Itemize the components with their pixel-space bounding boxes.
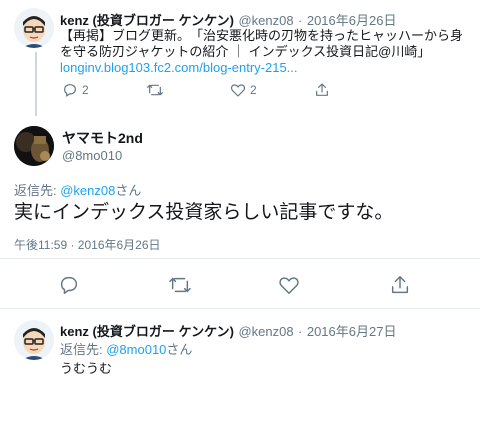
- reply-icon: [62, 82, 78, 98]
- reply-icon: [58, 276, 80, 300]
- separator-dot: ·: [298, 13, 303, 28]
- retweet-button[interactable]: [168, 274, 192, 301]
- display-name[interactable]: kenz (投資ブロガー ケンケン): [60, 13, 234, 28]
- retweet-icon: [146, 82, 164, 98]
- user-handle[interactable]: @kenz08: [238, 13, 293, 28]
- display-name[interactable]: kenz (投資ブロガー ケンケン): [60, 324, 234, 339]
- share-button[interactable]: [314, 82, 330, 98]
- user-handle[interactable]: @8mo010: [62, 147, 143, 164]
- tweet-date[interactable]: 2016年6月27日: [307, 324, 397, 339]
- reply-context: 返信先: @8mo010さん: [60, 339, 192, 358]
- tweet-text: 【再掲】ブログ更新。 「治安悪化時の刃物を持ったヒャッハーから身 を守る防刃ジャ…: [60, 28, 463, 76]
- tweet-actions: [0, 268, 480, 304]
- tweet-link[interactable]: longinv.blog103.fc2.com/blog-entry-215..…: [60, 60, 463, 76]
- like-button[interactable]: 2: [230, 82, 314, 98]
- reply-prefix: 返信先:: [60, 342, 107, 357]
- tweet-header: kenz (投資ブロガー ケンケン) @kenz08 · 2016年6月26日: [60, 10, 396, 30]
- tweet-text-line-1: 【再掲】ブログ更新。 「治安悪化時の刃物を持ったヒャッハーから身: [60, 28, 464, 43]
- tweet-header: ヤマモト2nd @8mo010: [62, 130, 143, 164]
- avatar-yamamoto[interactable]: [14, 126, 54, 166]
- tweet-text: うむうむ: [60, 361, 113, 376]
- reply-mention[interactable]: @8mo010: [106, 342, 166, 357]
- reply-button[interactable]: 2: [62, 82, 146, 98]
- tweet-header: kenz (投資ブロガー ケンケン) @kenz08 · 2016年6月27日: [60, 321, 396, 341]
- reply-suffix: さん: [166, 342, 193, 357]
- tweet-kenz-reply[interactable]: kenz (投資ブロガー ケンケン) @kenz08 · 2016年6月27日 …: [0, 312, 480, 424]
- tweet-date[interactable]: 2016年6月26日: [307, 13, 397, 28]
- thread-line: [35, 52, 37, 116]
- share-icon: [389, 276, 411, 300]
- retweet-button[interactable]: [146, 82, 230, 98]
- retweet-icon: [168, 277, 192, 300]
- reply-button[interactable]: [58, 274, 80, 301]
- tweet-kenz-original[interactable]: kenz (投資ブロガー ケンケン) @kenz08 · 2016年6月26日 …: [0, 0, 480, 116]
- tweet-yamamoto-focused[interactable]: ヤマモト2nd @8mo010 返信先: @kenz08さん 実にインデックス投…: [0, 116, 480, 310]
- user-handle[interactable]: @kenz08: [238, 324, 293, 339]
- share-button[interactable]: [389, 274, 411, 301]
- divider: [0, 308, 480, 309]
- reply-context: 返信先: @kenz08さん: [14, 180, 141, 199]
- like-icon: [278, 277, 300, 300]
- reply-suffix: さん: [115, 183, 142, 198]
- share-icon: [314, 82, 330, 98]
- separator-dot: ·: [298, 324, 303, 339]
- tweet-text-line-2: を守る防刃ジャケットの紹介 ｜ インデックス投資日記@川崎」: [60, 44, 431, 59]
- avatar-kenz[interactable]: [14, 320, 54, 360]
- like-button[interactable]: [278, 274, 300, 301]
- like-icon: [230, 82, 246, 98]
- tweet-timestamp[interactable]: 午後11:59 · 2016年6月26日: [14, 236, 161, 253]
- reply-prefix: 返信先:: [14, 183, 61, 198]
- divider: [0, 258, 480, 259]
- tweet-actions: 2 2: [62, 82, 330, 98]
- reply-mention[interactable]: @kenz08: [60, 183, 115, 198]
- avatar-kenz[interactable]: [14, 8, 54, 48]
- like-count: 2: [250, 83, 257, 97]
- reply-count: 2: [82, 83, 89, 97]
- tweet-text: 実にインデックス投資家らしい記事ですな。: [14, 202, 394, 223]
- display-name[interactable]: ヤマモト2nd: [62, 130, 143, 147]
